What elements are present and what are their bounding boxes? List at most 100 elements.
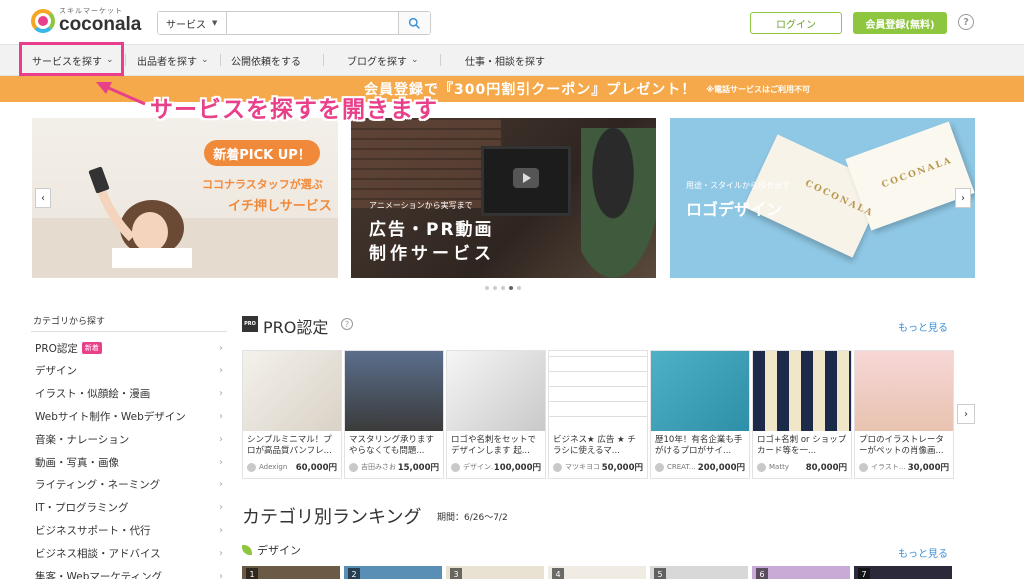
seller-name: Matty bbox=[769, 463, 789, 471]
pro-service-card[interactable]: ビジネス★ 広告 ★ チラシに使えるマ... マツキヨコ 50,000円 bbox=[548, 350, 648, 479]
nav-find-blogs-label: ブログを探す bbox=[347, 56, 407, 68]
pro-more-link[interactable]: もっと見る bbox=[898, 319, 948, 334]
seller-name: イラスト... bbox=[871, 463, 906, 471]
service-price: 100,000円 bbox=[493, 463, 541, 473]
video-slide-title-1: 広告・PR動画 bbox=[369, 220, 494, 240]
search-category-value: サービス bbox=[166, 19, 206, 31]
annotation-caption: サービスを探すを開きます bbox=[150, 97, 438, 123]
chevron-right-icon: › bbox=[219, 365, 223, 377]
search-icon bbox=[408, 17, 420, 29]
logo-mark-icon bbox=[31, 9, 55, 33]
search-input[interactable] bbox=[227, 12, 398, 34]
chevron-right-icon: › bbox=[219, 433, 223, 445]
sidebar-item-label: イラスト・似顔絵・漫画 bbox=[35, 388, 151, 401]
logo-slide-title: ロゴデザイン bbox=[686, 200, 783, 219]
rank-number: 7 bbox=[858, 568, 870, 579]
seller-name: デザイン... bbox=[463, 463, 494, 471]
search-button[interactable] bbox=[398, 12, 430, 34]
ranking-category-label: デザイン bbox=[257, 544, 301, 557]
help-icon[interactable]: ? bbox=[958, 14, 974, 30]
seller-avatar bbox=[247, 462, 256, 472]
nav-public-request-label: 公開依頼をする bbox=[231, 56, 301, 68]
sidebar-item-label: ビジネスサポート・代行 bbox=[35, 524, 151, 537]
pro-service-card[interactable]: マスタリング承りますやらなくても問題... 吉田みさお 15,000円 bbox=[344, 350, 444, 479]
caret-down-icon: ▼ bbox=[212, 19, 218, 27]
carousel-dot[interactable] bbox=[517, 286, 521, 290]
service-price: 50,000円 bbox=[601, 463, 643, 473]
nav-public-request[interactable]: 公開依頼をする bbox=[231, 45, 301, 75]
service-title: マスタリング承りますやらなくても問題... bbox=[349, 435, 435, 456]
sidebar-heading: カテゴリから探す bbox=[33, 317, 106, 327]
pro-service-card[interactable]: プロのイラストレーターがペットの肖像画... イラスト... 30,000円 bbox=[854, 350, 954, 479]
service-price: 200,000円 bbox=[697, 463, 745, 473]
service-title: 歴10年！有名企業も手がけるプロがサイ... bbox=[655, 435, 743, 456]
ranking-period: 期間：6/26〜7/2 bbox=[437, 513, 508, 523]
coupon-banner-note: ※電話サービスはご利用不可 bbox=[706, 84, 810, 94]
carousel-dot[interactable] bbox=[509, 286, 513, 290]
carousel-dot[interactable] bbox=[493, 286, 497, 290]
pro-service-card[interactable]: シンプルミニマル！プロが高品質パンフレ... Adexign 60,000円 bbox=[242, 350, 342, 479]
sidebar-item[interactable]: ビジネス相談・アドバイス › bbox=[35, 542, 227, 564]
seller-name: 吉田みさお bbox=[361, 463, 396, 471]
carousel-dot[interactable] bbox=[501, 286, 505, 290]
service-thumbnail bbox=[855, 351, 953, 431]
service-price: 30,000円 bbox=[907, 463, 949, 473]
carousel-slide-video[interactable]: アニメーションから実写まで 広告・PR動画 制作サービス bbox=[351, 118, 656, 278]
ranking-thumb[interactable]: 3 bbox=[446, 566, 544, 579]
carousel-slide-pickup[interactable]: 新着PICK UP！ ココナラスタッフが選ぶ イチ押しサービス bbox=[32, 118, 338, 278]
sidebar-item[interactable]: 音楽・ナレーション › bbox=[35, 428, 227, 450]
service-title: シンプルミニマル！プロが高品質パンフレ... bbox=[247, 435, 332, 456]
pro-service-card[interactable]: 歴10年！有名企業も手がけるプロがサイ... CREAT... 200,000円 bbox=[650, 350, 750, 479]
service-thumbnail bbox=[447, 351, 545, 431]
sidebar-item[interactable]: PRO認定 新着 › bbox=[35, 337, 227, 359]
nav-find-jobs[interactable]: 仕事・相談を探す bbox=[465, 45, 545, 75]
pickup-line2: イチ押しサービス bbox=[228, 199, 332, 214]
sidebar-item[interactable]: 動画・写真・画像 › bbox=[35, 451, 227, 473]
ranking-thumb[interactable]: 7 bbox=[854, 566, 952, 579]
annotation-highlight-box bbox=[19, 42, 124, 76]
pro-next-button[interactable]: › bbox=[957, 404, 975, 424]
chevron-right-icon: › bbox=[219, 388, 223, 400]
search-bar: サービス ▼ bbox=[157, 11, 431, 35]
sidebar-item[interactable]: ライティング・ネーミング › bbox=[35, 474, 227, 496]
nav-find-sellers[interactable]: 出品者を探す ⌄ bbox=[137, 45, 209, 75]
carousel-next-button[interactable]: › bbox=[955, 188, 971, 208]
ranking-more-link[interactable]: もっと見る bbox=[898, 545, 948, 560]
rank-number: 1 bbox=[246, 568, 258, 579]
sidebar-item-label: デザイン bbox=[35, 365, 77, 378]
chevron-right-icon: › bbox=[219, 479, 223, 491]
coconala-logo[interactable]: スキルマーケット coconala bbox=[31, 8, 141, 34]
pro-service-card[interactable]: ロゴや名刺をセットでデザインします 起... デザイン...100,000円 bbox=[446, 350, 546, 479]
play-icon bbox=[513, 168, 539, 188]
carousel-prev-button[interactable]: ‹ bbox=[35, 188, 51, 208]
pro-service-card[interactable]: ロゴ+名刺 or ショップカード等を一... Matty 80,000円 bbox=[752, 350, 852, 479]
seller-avatar bbox=[451, 462, 460, 472]
register-button[interactable]: 会員登録(無料) bbox=[853, 12, 947, 34]
woman-with-phone-image bbox=[88, 166, 192, 268]
ranking-title: カテゴリ別ランキング bbox=[242, 507, 422, 528]
carousel-slide-logo[interactable]: COCONALA COCONALA 用途・スタイルから探せます ロゴデザイン bbox=[670, 118, 975, 278]
ranking-thumb[interactable]: 1 bbox=[242, 566, 340, 579]
ranking-thumb[interactable]: 2 bbox=[344, 566, 442, 579]
ranking-thumb[interactable]: 5 bbox=[650, 566, 748, 579]
seller-avatar bbox=[553, 462, 562, 472]
chevron-right-icon: › bbox=[219, 410, 223, 422]
carousel-dot[interactable] bbox=[485, 286, 489, 290]
ranking-thumb[interactable]: 6 bbox=[752, 566, 850, 579]
sidebar-item[interactable]: 集客・Webマーケティング › bbox=[35, 565, 227, 579]
sidebar-item[interactable]: デザイン › bbox=[35, 360, 227, 382]
ranking-thumb[interactable]: 4 bbox=[548, 566, 646, 579]
nav-find-blogs[interactable]: ブログを探す ⌄ bbox=[347, 45, 419, 75]
nav-find-sellers-label: 出品者を探す bbox=[137, 56, 197, 68]
site-header: スキルマーケット coconala サービス ▼ ログイン 会員登録(無料) ? bbox=[0, 0, 1024, 44]
rank-number: 4 bbox=[552, 568, 564, 579]
pro-help-icon[interactable]: ? bbox=[341, 318, 353, 330]
sidebar-item[interactable]: Webサイト制作・Webデザイン › bbox=[35, 405, 227, 427]
login-button[interactable]: ログイン bbox=[750, 12, 842, 34]
sidebar-item-label: 動画・写真・画像 bbox=[35, 456, 119, 469]
sidebar-item[interactable]: IT・プログラミング › bbox=[35, 497, 227, 519]
sidebar-item[interactable]: ビジネスサポート・代行 › bbox=[35, 519, 227, 541]
sidebar-item[interactable]: イラスト・似顔絵・漫画 › bbox=[35, 383, 227, 405]
seller-avatar bbox=[655, 462, 664, 472]
search-category-select[interactable]: サービス ▼ bbox=[158, 12, 227, 34]
